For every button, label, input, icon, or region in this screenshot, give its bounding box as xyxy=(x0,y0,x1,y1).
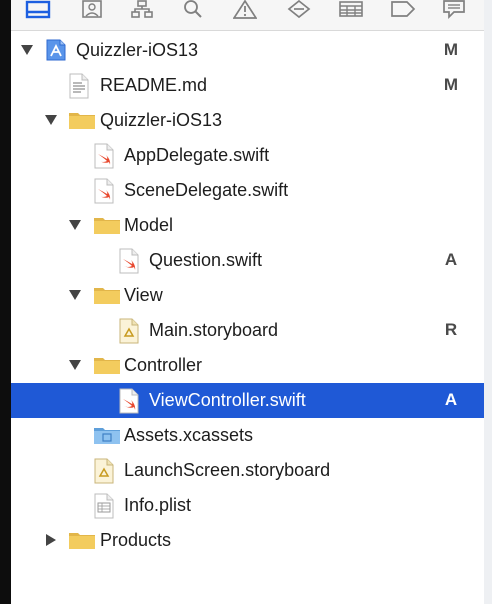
source-control-icon[interactable] xyxy=(81,0,103,20)
disclosure-collapsed-icon[interactable] xyxy=(44,533,58,547)
tree-row-label: Quizzler-iOS13 xyxy=(100,110,223,130)
tree-row[interactable]: SceneDelegate.swift xyxy=(11,173,484,208)
source-control-status-badge: R xyxy=(444,320,458,339)
storyboard-file-icon xyxy=(93,458,115,489)
tree-row[interactable]: README.md M xyxy=(11,68,484,103)
folder-icon xyxy=(93,213,121,242)
tree-row[interactable]: Controller xyxy=(11,348,484,383)
tree-row[interactable]: Question.swift A xyxy=(11,243,484,278)
tree-row-label: SceneDelegate.swift xyxy=(124,180,289,200)
source-control-status-badge: M xyxy=(443,40,459,59)
tree-row-label: ViewController.swift xyxy=(149,390,306,410)
disclosure-expanded-icon[interactable] xyxy=(44,113,58,127)
tree-row-label: View xyxy=(124,285,163,305)
swift-file-icon xyxy=(93,143,115,174)
folder-icon xyxy=(68,528,96,557)
tree-row-label: Controller xyxy=(124,355,203,375)
file-tree: Quizzler-iOS13 M README.md M Quizzler-iOS13 A… xyxy=(11,33,484,558)
disclosure-expanded-icon[interactable] xyxy=(68,218,82,232)
tree-row-label: README.md xyxy=(100,75,208,95)
swift-file-icon xyxy=(118,388,140,419)
disclosure-expanded-icon[interactable] xyxy=(20,43,34,57)
assets-folder-icon xyxy=(93,423,121,452)
tree-row[interactable]: Quizzler-iOS13 M xyxy=(11,33,484,68)
tree-row[interactable]: View xyxy=(11,278,484,313)
tree-row-label: LaunchScreen.storyboard xyxy=(124,460,331,480)
navigator-divider[interactable] xyxy=(484,0,492,604)
tree-row[interactable]: Info.plist xyxy=(11,488,484,523)
tree-row[interactable]: Quizzler-iOS13 xyxy=(11,103,484,138)
tree-row[interactable]: Assets.xcassets xyxy=(11,418,484,453)
issue-icon[interactable] xyxy=(233,0,257,20)
editor-edge xyxy=(0,0,11,604)
folder-icon xyxy=(93,353,121,382)
disclosure-expanded-icon[interactable] xyxy=(68,358,82,372)
tree-row[interactable]: Main.storyboard R xyxy=(11,313,484,348)
tree-row-label: Model xyxy=(124,215,174,235)
tree-row-label: Info.plist xyxy=(124,495,192,515)
tree-row-label: Quizzler-iOS13 xyxy=(76,40,199,60)
test-icon[interactable] xyxy=(287,0,311,20)
disclosure-expanded-icon[interactable] xyxy=(68,288,82,302)
tree-row-label: Products xyxy=(100,530,172,550)
storyboard-file-icon xyxy=(118,318,140,349)
source-control-status-badge: M xyxy=(443,75,459,94)
project-navigator-icon[interactable] xyxy=(25,0,51,20)
tree-row-label: AppDelegate.swift xyxy=(124,145,270,165)
tree-row[interactable]: Products xyxy=(11,523,484,558)
swift-file-icon xyxy=(118,248,140,279)
report-icon[interactable] xyxy=(442,0,466,20)
source-control-status-badge: A xyxy=(444,390,458,409)
tree-row-label: Question.swift xyxy=(149,250,263,270)
project-icon xyxy=(45,38,67,67)
folder-icon xyxy=(68,108,96,137)
tree-row[interactable]: Model xyxy=(11,208,484,243)
tree-row[interactable]: AppDelegate.swift xyxy=(11,138,484,173)
swift-file-icon xyxy=(93,178,115,209)
find-icon[interactable] xyxy=(182,0,204,20)
source-control-status-badge: A xyxy=(444,250,458,269)
tree-row-label: Main.storyboard xyxy=(149,320,279,340)
markdown-file-icon xyxy=(68,73,90,104)
folder-icon xyxy=(93,283,121,312)
debug-icon[interactable] xyxy=(338,0,364,20)
breakpoint-icon[interactable] xyxy=(390,0,416,20)
symbol-navigator-icon[interactable] xyxy=(130,0,154,20)
plist-file-icon xyxy=(93,493,115,524)
tree-row[interactable]: ViewController.swift A xyxy=(11,383,484,418)
navigator-toolbar xyxy=(11,0,484,31)
tree-row-label: Assets.xcassets xyxy=(124,425,254,445)
tree-row[interactable]: LaunchScreen.storyboard xyxy=(11,453,484,488)
